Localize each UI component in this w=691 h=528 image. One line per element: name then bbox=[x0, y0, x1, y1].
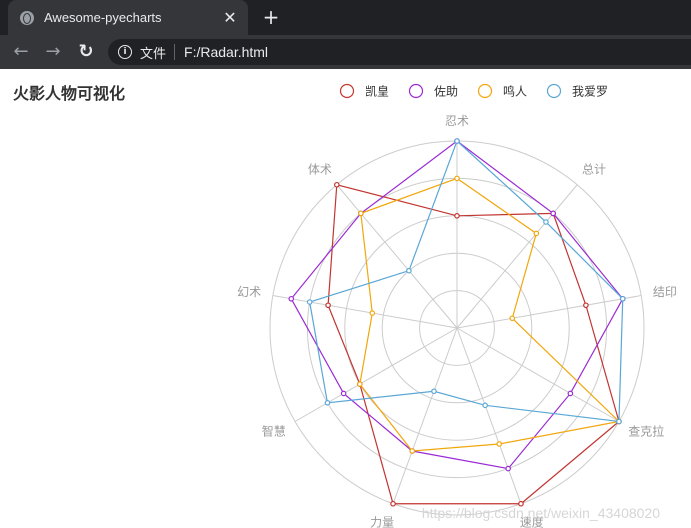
globe-icon bbox=[20, 10, 34, 25]
radar-data-point bbox=[358, 210, 364, 217]
chart-legend: 凯皇 佐助 鸣人 我爱罗 bbox=[339, 83, 609, 99]
legend-label: 鸣人 bbox=[503, 84, 527, 99]
radar-indicator-label: 智慧 bbox=[262, 424, 286, 439]
watermark-text: https://blog.csdn.net/weixin_43408020 bbox=[422, 505, 660, 521]
radar-data-point bbox=[357, 381, 363, 387]
radar-data-point bbox=[616, 418, 622, 425]
forward-arrow-icon[interactable]: → bbox=[42, 41, 64, 63]
radar-data-point bbox=[496, 441, 503, 447]
browser-tab[interactable]: Awesome-pyecharts ✕ bbox=[8, 0, 248, 35]
close-icon[interactable]: ✕ bbox=[222, 9, 238, 26]
legend-marker bbox=[339, 83, 355, 99]
info-icon[interactable]: i bbox=[118, 45, 132, 59]
radar-data-point bbox=[550, 210, 556, 217]
radar-data-point bbox=[369, 310, 376, 316]
address-bar[interactable]: i 文件 F:/Radar.html bbox=[108, 39, 691, 65]
radar-data-point bbox=[340, 390, 347, 397]
radar-data-point bbox=[482, 402, 488, 409]
legend-marker bbox=[477, 83, 493, 99]
radar-axis-line bbox=[294, 327, 458, 422]
reload-icon[interactable]: ↻ bbox=[75, 41, 97, 63]
radar-data-point bbox=[543, 219, 549, 225]
radar-axis-line bbox=[456, 184, 578, 329]
radar-indicator-label: 忍术 bbox=[445, 114, 469, 128]
page-content: 火影人物可视化 凯皇 佐助 鸣人 我爱罗 忍术 总计 结印 查克拉 速度 力量 智慧 幻术 体术 ht… bbox=[0, 69, 691, 528]
legend-item[interactable]: 凯皇 bbox=[339, 83, 390, 99]
new-tab-icon[interactable]: + bbox=[260, 6, 282, 28]
legend-item[interactable]: 我爱罗 bbox=[546, 83, 609, 99]
legend-label: 佐助 bbox=[434, 85, 458, 99]
legend-item[interactable]: 佐助 bbox=[408, 83, 459, 99]
radar-axis-line bbox=[336, 184, 458, 329]
radar-data-point bbox=[324, 399, 331, 406]
radar-chart: 火影人物可视化 凯皇 佐助 鸣人 我爱罗 忍术总计结印查克拉速度力量智慧幻术体术 ht… bbox=[13, 83, 677, 528]
radar-axis-line bbox=[272, 295, 458, 329]
radar-indicator-label: 查克拉 bbox=[628, 424, 664, 439]
tab-title: Awesome-pyecharts bbox=[44, 10, 162, 25]
radar-axis-line bbox=[456, 327, 620, 422]
radar-axis-line bbox=[456, 295, 642, 329]
radar-data-point bbox=[431, 388, 437, 395]
legend-marker bbox=[408, 83, 424, 99]
browser-toolbar: ← → ↻ i 文件 F:/Radar.html bbox=[0, 35, 691, 69]
radar-indicator-label: 幻术 bbox=[237, 285, 261, 299]
radar-data-point bbox=[583, 302, 589, 309]
radar-indicator-label: 总计 bbox=[582, 162, 606, 176]
radar-data-point bbox=[306, 299, 313, 305]
legend-label: 我爱罗 bbox=[572, 85, 608, 99]
legend-label: 凯皇 bbox=[365, 85, 389, 99]
url-separator bbox=[174, 44, 176, 60]
radar-data-point bbox=[406, 267, 412, 274]
radar-indicator-label: 结印 bbox=[653, 285, 677, 299]
chart-title: 火影人物可视化 bbox=[13, 84, 125, 103]
radar-data-point bbox=[454, 138, 460, 144]
radar-data-point bbox=[567, 390, 574, 397]
radar-data-point bbox=[533, 230, 540, 237]
radar-series-line bbox=[359, 177, 621, 452]
url-text[interactable]: F:/Radar.html bbox=[184, 44, 268, 60]
radar-data-point bbox=[325, 302, 331, 309]
radar-data-point bbox=[454, 175, 460, 182]
radar-data-point bbox=[454, 213, 460, 219]
radar-indicator-label: 体术 bbox=[308, 162, 332, 176]
browser-tabbar: Awesome-pyecharts ✕ + bbox=[0, 0, 691, 35]
legend-item[interactable]: 鸣人 bbox=[477, 83, 528, 99]
radar-data-point bbox=[288, 295, 295, 302]
url-scheme-label: 文件 bbox=[140, 46, 167, 62]
radar-data-point bbox=[509, 315, 516, 322]
radar-data-point bbox=[619, 295, 626, 302]
radar-data-point bbox=[333, 181, 340, 188]
back-arrow-icon[interactable]: ← bbox=[10, 41, 32, 63]
radar-data-point bbox=[505, 465, 511, 472]
legend-marker bbox=[546, 83, 562, 99]
radar-series-line bbox=[327, 183, 620, 505]
radar-data-point bbox=[409, 448, 416, 454]
radar-data-point bbox=[390, 500, 396, 507]
radar-indicator-label: 力量 bbox=[370, 516, 394, 528]
